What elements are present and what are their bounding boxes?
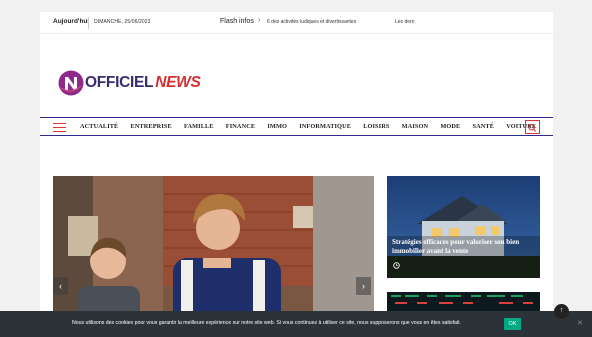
cookie-accept-button[interactable]: OK <box>504 318 521 330</box>
nav-item-maison[interactable]: MAISON <box>402 123 429 130</box>
arrow-up-icon: ↑ <box>559 307 564 314</box>
divider <box>88 17 89 29</box>
logo-accent-text: NEWS <box>155 74 201 91</box>
slider-prev-button[interactable]: ‹ <box>53 277 68 295</box>
nav-item-informatique[interactable]: INFORMATIQUE <box>299 123 351 130</box>
chevron-left-icon: ‹ <box>59 281 62 291</box>
cookie-message: Nous utilisons des cookies pour vous gar… <box>72 320 461 326</box>
ticker-item[interactable]: Les dern <box>395 19 414 25</box>
search-button[interactable] <box>525 120 540 134</box>
nav-menu: ACTUALITÉ ENTREPRISE FAMILLE FINANCE IMM… <box>80 123 548 130</box>
cookie-banner: Nous utilisons des cookies pour vous gar… <box>0 311 592 337</box>
close-icon[interactable]: ✕ <box>577 319 583 327</box>
hamburger-icon[interactable] <box>53 123 66 132</box>
article-title[interactable]: Stratégies efficaces pour valoriser son … <box>392 238 532 255</box>
nav-item-famille[interactable]: FAMILLE <box>184 123 214 130</box>
page: Aujourd'hui DIMANCHE, 25/06/2023 Flash i… <box>40 12 553 337</box>
scroll-to-top-button[interactable]: ↑ <box>554 304 569 319</box>
article-card[interactable]: Stratégies efficaces pour valoriser son … <box>387 176 540 278</box>
flash-infos-label: Flash infos <box>220 18 254 25</box>
site-logo[interactable]: OFFICIEL NEWS <box>58 69 201 97</box>
nav-item-sante[interactable]: SANTÉ <box>473 123 495 130</box>
nav-item-entreprise[interactable]: ENTREPRISE <box>131 123 172 130</box>
chevron-right-icon: › <box>362 281 365 291</box>
current-date: DIMANCHE, 25/06/2023 <box>94 19 151 25</box>
main-navigation: ACTUALITÉ ENTREPRISE FAMILLE FINANCE IMM… <box>40 117 553 136</box>
nav-item-finance[interactable]: FINANCE <box>226 123 255 130</box>
today-label: Aujourd'hui <box>53 18 90 25</box>
nav-item-mode[interactable]: MODE <box>440 123 460 130</box>
chevron-right-icon: › <box>258 17 261 24</box>
top-bar: Aujourd'hui DIMANCHE, 25/06/2023 Flash i… <box>40 12 553 34</box>
card-photo <box>387 176 540 278</box>
nav-item-loisirs[interactable]: LOISIRS <box>363 123 389 130</box>
clock-icon <box>393 262 400 269</box>
search-icon <box>528 123 537 132</box>
ticker-item[interactable]: 6 des activités ludiques et divertissant… <box>267 19 356 25</box>
nav-item-immo[interactable]: IMMO <box>267 123 287 130</box>
slider-next-button[interactable]: › <box>356 277 371 295</box>
logo-mark-icon <box>58 70 84 96</box>
logo-brand-text: OFFICIEL <box>85 74 154 91</box>
nav-item-actualite[interactable]: ACTUALITÉ <box>80 123 118 130</box>
